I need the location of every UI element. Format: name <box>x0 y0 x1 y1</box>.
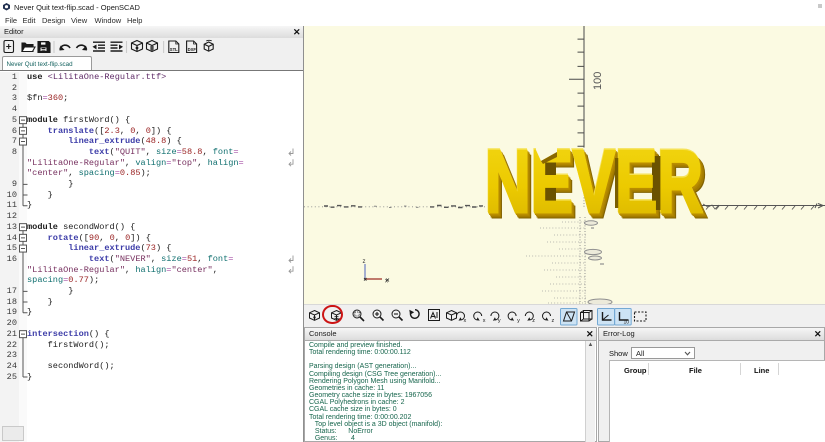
svg-text:x: x <box>483 318 486 324</box>
svg-text:z: z <box>532 318 535 324</box>
svg-text:10: 10 <box>624 320 630 326</box>
svg-text:y: y <box>517 318 520 324</box>
svg-text:z: z <box>552 318 555 324</box>
svg-text:100: 100 <box>592 72 604 90</box>
svg-text:NEVER: NEVER <box>485 132 703 231</box>
svg-text:STL: STL <box>170 47 178 52</box>
svg-text:y: y <box>498 318 501 324</box>
svg-text:x: x <box>464 318 467 324</box>
svg-text:DXF: DXF <box>188 47 197 52</box>
svg-text:z: z <box>363 259 366 265</box>
